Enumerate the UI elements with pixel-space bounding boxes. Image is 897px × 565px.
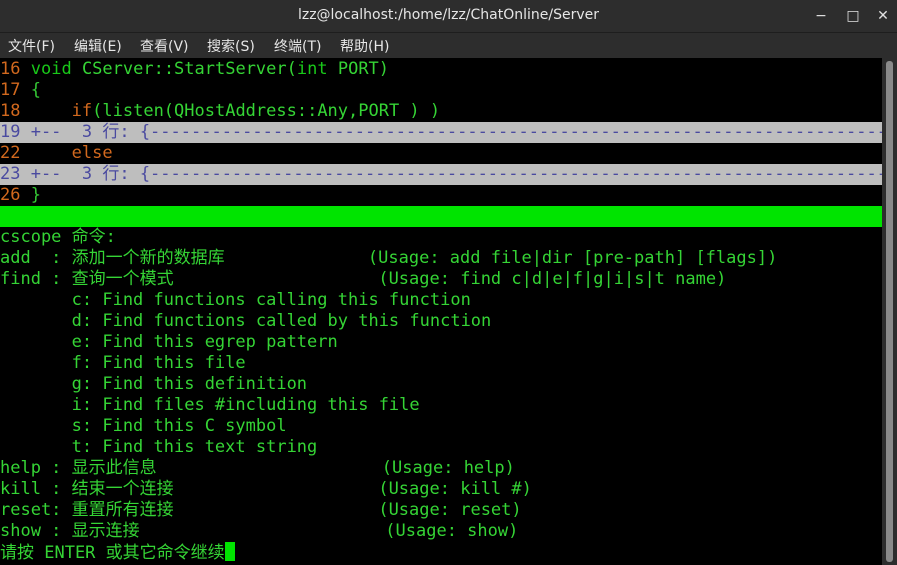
output-line: show : 显示连接 (Usage: show) <box>0 521 519 541</box>
code-keyword-else: else <box>71 143 113 163</box>
window-title: lzz@localhost:/home/lzz/ChatOnline/Serve… <box>297 7 600 23</box>
code-line-18: 18 if(listen(QHostAddress::Any,PORT ) ) <box>0 101 882 122</box>
code-line-22: 22 else <box>0 143 882 164</box>
output-line: t: Find this text string <box>0 437 318 457</box>
menu-view[interactable]: 查看(V) <box>140 36 189 56</box>
output-line: i: Find files #including this file <box>0 395 420 415</box>
scrollbar-thumb[interactable] <box>886 61 893 562</box>
output-line: kill : 结束一个连接 (Usage: kill #) <box>0 479 532 499</box>
fold-line-23[interactable]: 23 +-- 3 行: {---------------------------… <box>0 164 882 185</box>
menu-search[interactable]: 搜索(S) <box>207 36 255 56</box>
line-number: 17 <box>0 80 21 100</box>
maximize-icon[interactable]: □ <box>843 6 863 26</box>
code-type-int: int <box>296 59 328 79</box>
output-line: s: Find this C symbol <box>0 416 287 436</box>
code-text: } <box>30 185 41 205</box>
output-line: d: Find functions called by this functio… <box>0 311 492 331</box>
code-argument: PORT) <box>337 59 390 79</box>
output-line: add : 添加一个新的数据库 (Usage: add file|dir [pr… <box>0 248 778 268</box>
close-icon[interactable]: ✕ <box>873 6 893 26</box>
code-line-16: 16 void CServer::StartServer(int PORT) <box>0 59 882 80</box>
menu-help[interactable]: 帮助(H) <box>340 36 389 56</box>
output-line: cscope 命令: <box>0 227 116 247</box>
output-line: c: Find functions calling this function <box>0 290 471 310</box>
fold-line-19[interactable]: 19 +-- 3 行: {---------------------------… <box>0 122 882 143</box>
output-line: help : 显示此信息 (Usage: help) <box>0 458 515 478</box>
prompt-line: 请按 ENTER 或其它命令继续 <box>0 542 882 563</box>
menu-edit[interactable]: 编辑(E) <box>74 36 122 56</box>
title-bar: lzz@localhost:/home/lzz/ChatOnline/Serve… <box>0 0 897 33</box>
menu-terminal[interactable]: 终端(T) <box>274 36 321 56</box>
output-line: find : 查询一个模式 (Usage: find c|d|e|f|g|i|s… <box>0 269 727 289</box>
scrollbar[interactable] <box>882 58 897 565</box>
line-number: 22 <box>0 143 21 163</box>
menu-file[interactable]: 文件(F) <box>8 36 55 56</box>
code-line-17: 17 { <box>0 80 882 101</box>
minimize-icon[interactable]: − <box>811 6 831 26</box>
prompt-text: 请按 ENTER 或其它命令继续 <box>0 543 225 563</box>
output-line: e: Find this egrep pattern <box>0 332 338 352</box>
cursor <box>224 542 235 561</box>
output-line: g: Find this definition <box>0 374 308 394</box>
output-line: reset: 重置所有连接 (Usage: reset) <box>0 500 522 520</box>
terminal-area[interactable]: 16 void CServer::StartServer(int PORT) 1… <box>0 58 882 565</box>
output-line: f: Find this file <box>0 353 246 373</box>
code-line-26: 26 } <box>0 185 882 206</box>
code-signature: CServer::StartServer( <box>81 59 297 79</box>
code-keyword-if: if <box>71 101 93 121</box>
line-number: 18 <box>0 101 21 121</box>
line-number: 26 <box>0 185 21 205</box>
line-number: 16 <box>0 59 21 79</box>
code-keyword-void: void <box>30 59 72 79</box>
code-text: { <box>30 80 41 100</box>
menu-bar: 文件(F) 编辑(E) 查看(V) 搜索(S) 终端(T) 帮助(H) <box>0 33 897 58</box>
code-text: (listen(QHostAddress::Any,PORT ) ) <box>92 101 441 121</box>
vim-status-line: /home/lzz/ChatOnline/Server/cserver.cpp[… <box>0 206 882 268</box>
